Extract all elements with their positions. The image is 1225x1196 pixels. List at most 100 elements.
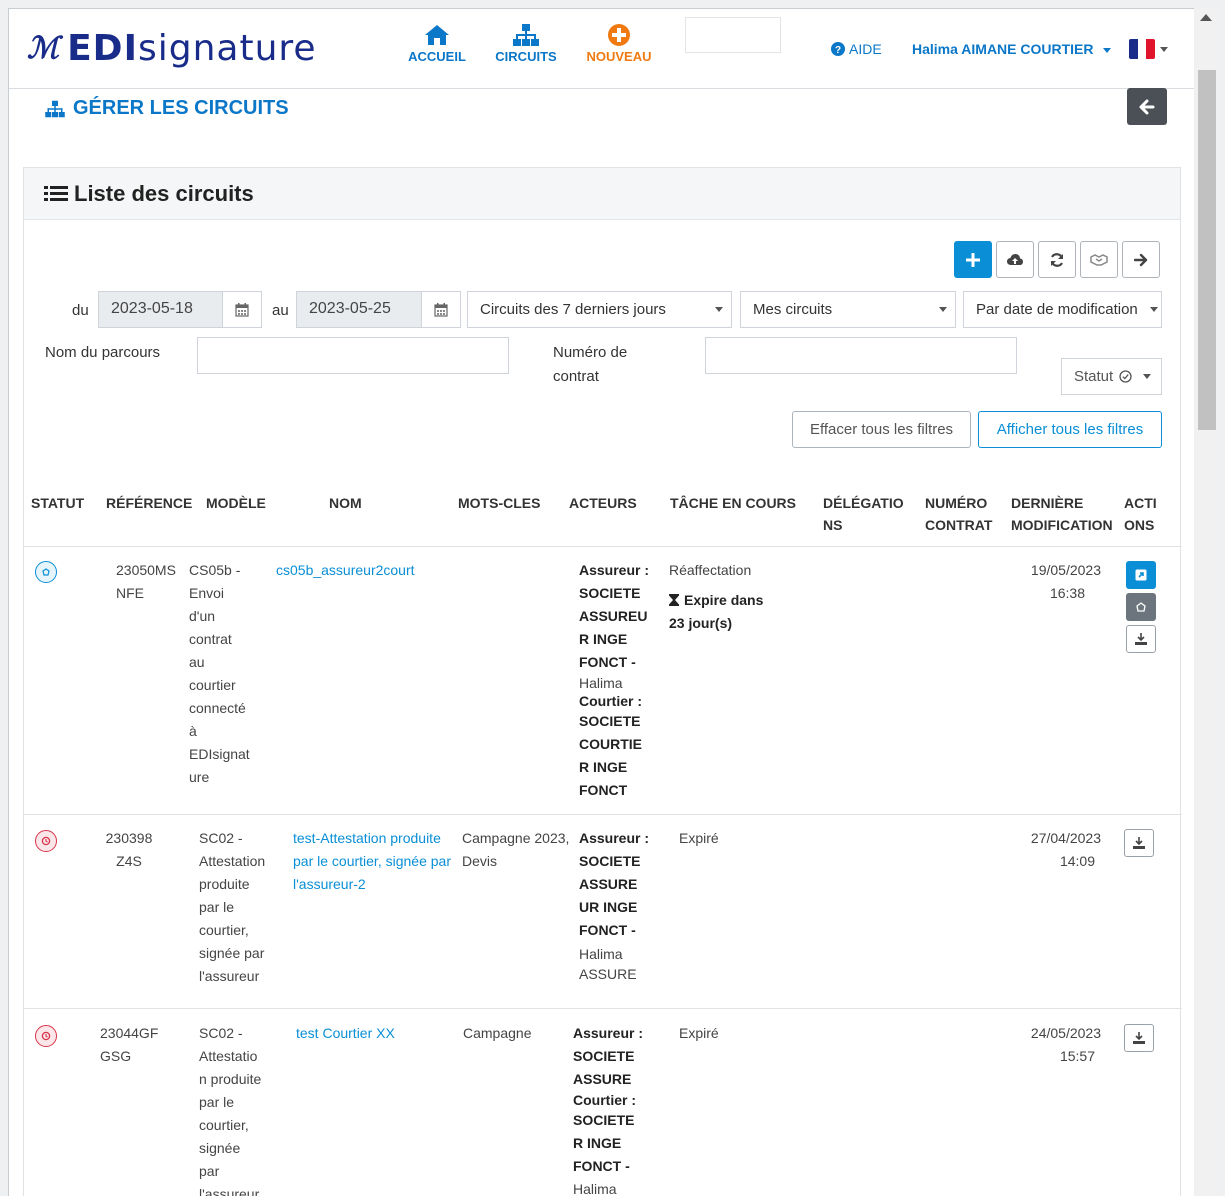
modele-line: SC02 - [199,830,243,846]
nav-nouveau[interactable]: NOUVEAU [583,23,655,64]
date-from-input[interactable]: 2023-05-18 [98,291,224,328]
open-external-button[interactable] [1126,561,1156,589]
sign-button[interactable] [1126,593,1156,621]
user-name: Halima AIMANE COURTIER [912,41,1094,57]
modele-line: signée par [199,945,265,961]
refresh-button[interactable] [1038,241,1076,278]
page-scrollbar[interactable] [1196,8,1218,1196]
numero-contrat-label-line1: Numéro de [553,344,628,361]
col-header-delegations-line1: DÉLÉGATIO [823,495,904,511]
circuit-name-line: test-Attestation produite [293,830,441,846]
reference-line1: 230398 [105,830,153,846]
period-select[interactable]: Circuits des 7 derniers jours [467,291,732,328]
caret-down-icon [1160,46,1168,52]
nav-search-box[interactable] [685,17,781,53]
scroll-thumb[interactable] [1198,70,1216,430]
date-to-input[interactable]: 2023-05-25 [296,291,422,328]
col-header-delegations[interactable]: DÉLÉGATIO NS [823,492,904,536]
statut-filter-button[interactable]: Statut [1061,358,1162,395]
col-header-actions: ACTI ONS [1124,492,1157,536]
home-icon [425,25,449,45]
download-button[interactable] [1124,1024,1154,1052]
caret-down-icon [715,307,723,312]
actor-role: Assureur : [573,1025,644,1041]
modele-line: d'un [189,608,216,624]
external-link-icon [1135,569,1147,581]
col-header-derniere-line1: DERNIÈRE [1011,495,1084,511]
cloud-upload-button[interactable] [996,241,1034,278]
circuit-name-link[interactable]: test-Attestation produite par le courtie… [293,827,451,896]
actor-org-line: FONCT - [579,922,636,938]
numero-contrat-input[interactable] [705,337,1017,374]
modele-line: SC02 - [199,1025,243,1041]
actor-org-line: COURTIE [579,736,642,752]
tache-cell: Expiré [679,1025,719,1041]
list-icon [44,185,68,201]
add-circuit-button[interactable] [954,241,992,278]
col-header-derniere-line2: MODIFICATION [1011,517,1113,533]
tache-text: Réaffectation [669,562,752,578]
col-header-numero-contrat[interactable]: NUMÉRO CONTRAT [925,492,992,536]
brand-signature-text: signature [137,27,317,69]
date-from-calendar-button[interactable] [222,291,262,328]
nav-circuits-label: CIRCUITS [495,49,557,64]
expire-line1: Expire dans [669,589,763,612]
scroll-up-arrow-icon[interactable] [1200,14,1212,21]
user-menu[interactable]: Halima AIMANE COURTIER [912,41,1112,57]
plus-icon [966,252,980,267]
brand-logo[interactable]: ℳ EDI signature [27,23,317,73]
plus-circle-icon [608,24,630,46]
actor-org-line: SOCIETE [573,1048,635,1064]
language-selector[interactable] [1129,39,1168,59]
date-to-calendar-button[interactable] [421,291,461,328]
download-icon [1133,1032,1145,1044]
col-header-nom[interactable]: NOM [329,492,362,514]
back-button[interactable] [1127,88,1167,125]
col-header-tache[interactable]: TÂCHE EN COURS [670,492,796,514]
actor-role: Assureur : [579,562,650,578]
nom-parcours-label: Nom du parcours [45,344,161,361]
show-filters-button[interactable]: Afficher tous les filtres [978,411,1162,448]
acteurs-cell: Assureur : SOCIETE ASSURE UR INGE FONCT … [579,827,649,984]
modified-time: 14:09 [1059,853,1095,869]
modified-time: 16:38 [1049,585,1085,601]
handshake-button[interactable] [1080,241,1118,278]
col-header-derniere-modification[interactable]: DERNIÈRE MODIFICATION [1011,492,1113,536]
actor-org-line: SOCIETE [573,1112,635,1128]
status-expired-icon [35,830,57,852]
nav-aide[interactable]: ? AIDE [831,41,882,57]
modele-line: par [199,1163,220,1179]
nav-accueil[interactable]: ACCUEIL [407,23,467,64]
col-header-acteurs[interactable]: ACTEURS [569,492,637,514]
actor-org-line: SOCIETE [579,713,641,729]
col-header-mots-cles[interactable]: MOTS-CLES [458,492,540,514]
download-button[interactable] [1126,625,1156,653]
table-header-separator [24,546,1182,547]
handshake-icon [1090,253,1108,266]
col-header-reference[interactable]: RÉFÉRENCE [106,492,192,514]
download-button[interactable] [1124,829,1154,857]
tache-cell: Réaffectation Expire dans 23 jour(s) [669,559,763,635]
owner-select[interactable]: Mes circuits [740,291,956,328]
refresh-icon [1050,252,1064,267]
col-header-statut[interactable]: STATUT [31,492,84,514]
modele-line: produite [199,876,250,892]
circuit-name-line: l'assureur-2 [293,876,366,892]
expire-line2: 23 jour(s) [669,615,733,631]
col-header-modele[interactable]: MODÈLE [206,492,266,514]
clear-filters-button[interactable]: Effacer tous les filtres [792,411,971,448]
download-icon [1135,633,1147,645]
circuit-name-line: par le courtier, signée par [293,853,451,869]
sort-select[interactable]: Par date de modification [963,291,1162,328]
nom-parcours-input[interactable] [197,337,509,374]
acteurs-cell: Assureur : SOCIETE ASSUREU R INGE FONCT … [579,559,649,802]
circuit-name-link[interactable]: test Courtier XX [296,1022,395,1045]
nav-circuits[interactable]: CIRCUITS [493,23,559,64]
modele-cell: SC02 - Attestation produite par le court… [199,827,265,988]
nav-accueil-label: ACCUEIL [408,49,466,64]
modele-line: Envoi [189,585,225,601]
row-separator [24,1008,1182,1009]
circuit-name-link[interactable]: cs05b_assureur2court [276,559,415,582]
cloud-upload-icon [1007,253,1023,265]
forward-button[interactable] [1122,241,1160,278]
